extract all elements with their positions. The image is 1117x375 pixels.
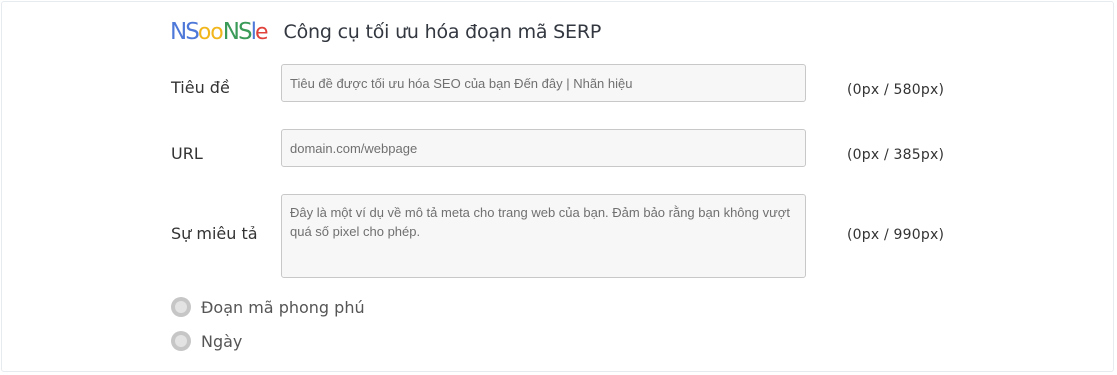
logo-letter: o: [197, 20, 212, 45]
page-title: Công cụ tối ưu hóa đoạn mã SERP: [283, 21, 602, 43]
date-label: Ngày: [201, 331, 243, 351]
logo-letter: e: [254, 20, 269, 45]
rich-snippet-option[interactable]: Đoạn mã phong phú: [171, 297, 365, 317]
url-pixel-counter: (0px / 385px): [847, 147, 945, 163]
date-radio[interactable]: [171, 331, 191, 351]
header: NSooNSle Công cụ tối ưu hóa đoạn mã SERP: [170, 17, 601, 47]
title-pixel-counter: (0px / 580px): [847, 82, 945, 98]
logo-letter: S: [237, 19, 253, 45]
description-pixel-counter: (0px / 990px): [847, 227, 945, 243]
logo-letter: N: [222, 19, 240, 45]
title-placeholder: Tiêu đề được tối ưu hóa SEO của bạn Đến …: [290, 76, 633, 91]
logo-letter: S: [185, 19, 200, 45]
description-placeholder: Đây là một ví dụ về mô tả meta cho trang…: [290, 205, 790, 239]
url-input[interactable]: domain.com/webpage: [281, 129, 806, 167]
brand-logo: NSooNSle: [170, 19, 268, 45]
url-label: URL: [171, 144, 203, 163]
rich-snippet-radio[interactable]: [171, 297, 191, 317]
logo-letter: N: [170, 19, 187, 45]
serp-tool-card: [1, 1, 1114, 372]
date-option[interactable]: Ngày: [171, 331, 242, 351]
description-label: Sự miêu tả: [171, 224, 258, 243]
description-textarea[interactable]: Đây là một ví dụ về mô tả meta cho trang…: [281, 194, 806, 278]
title-input[interactable]: Tiêu đề được tối ưu hóa SEO của bạn Đến …: [281, 64, 806, 102]
logo-letter: o: [210, 20, 224, 45]
rich-snippet-label: Đoạn mã phong phú: [201, 297, 365, 317]
title-label: Tiêu đề: [171, 78, 230, 97]
url-placeholder: domain.com/webpage: [290, 141, 418, 156]
